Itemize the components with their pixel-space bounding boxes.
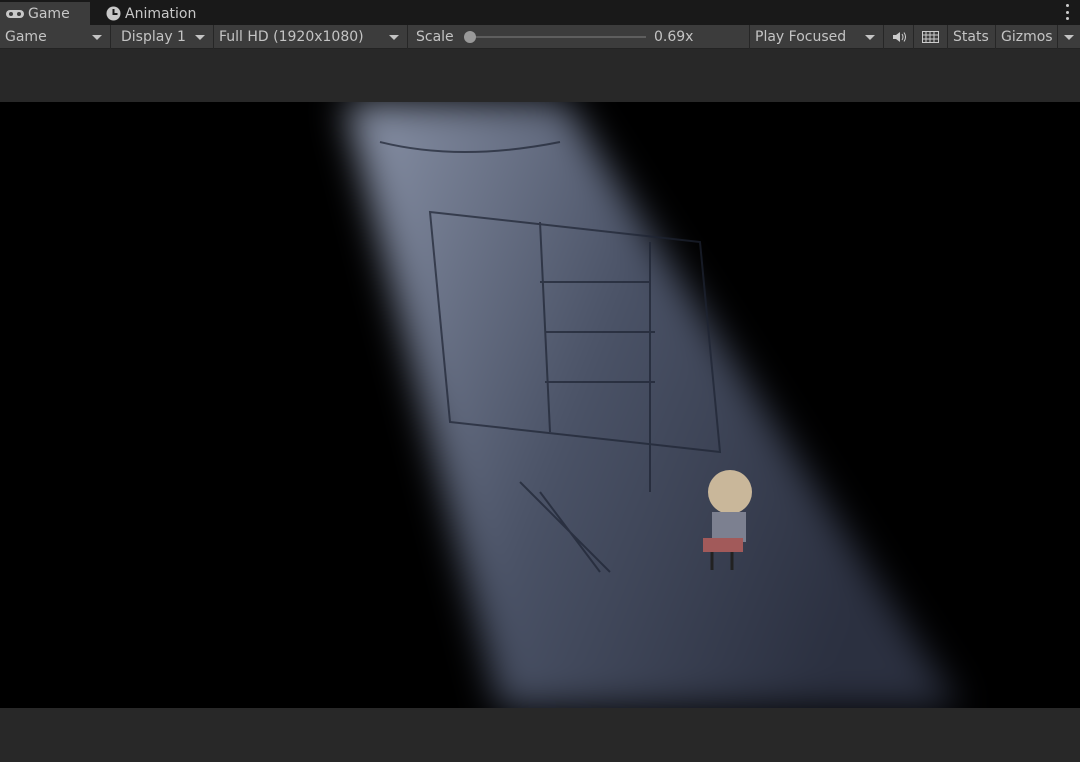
- tab-animation[interactable]: Animation: [98, 2, 204, 25]
- scale-slider[interactable]: [470, 36, 646, 38]
- gamepad-icon: [6, 9, 24, 18]
- gizmos-dropdown[interactable]: [1058, 25, 1080, 49]
- game-view-letterbox-bottom: [0, 708, 1080, 762]
- tab-animation-label: Animation: [125, 5, 197, 22]
- scale-slider-thumb[interactable]: [464, 31, 476, 43]
- keyboard-button[interactable]: [914, 25, 948, 49]
- chevron-down-icon: [1064, 35, 1074, 40]
- game-toolbar: Game Display 1 Full HD (1920x1080) Scale…: [0, 25, 1080, 49]
- resolution-dropdown[interactable]: Full HD (1920x1080): [214, 25, 408, 49]
- speaker-icon: [892, 32, 906, 42]
- chevron-down-icon: [195, 35, 205, 40]
- character: [703, 470, 752, 570]
- view-mode-label: Game: [5, 29, 47, 45]
- gizmos-button[interactable]: Gizmos: [996, 25, 1058, 49]
- tab-bar: Game Animation: [0, 0, 1080, 25]
- chevron-down-icon: [92, 35, 102, 40]
- clock-icon: [106, 6, 121, 21]
- scale-label: Scale: [416, 29, 454, 45]
- gizmos-label: Gizmos: [1001, 29, 1053, 45]
- play-mode-dropdown[interactable]: Play Focused: [750, 25, 884, 49]
- display-dropdown[interactable]: Display 1: [111, 25, 214, 49]
- more-options-icon[interactable]: [1066, 4, 1070, 20]
- tab-game-label: Game: [28, 5, 70, 22]
- chevron-down-icon: [865, 35, 875, 40]
- game-viewport[interactable]: [0, 102, 1080, 708]
- chevron-down-icon: [389, 35, 399, 40]
- resolution-label: Full HD (1920x1080): [219, 29, 364, 45]
- scale-value: 0.69x: [654, 29, 694, 45]
- sketch-scene: [379, 141, 752, 573]
- display-label: Display 1: [121, 29, 186, 45]
- tab-game[interactable]: Game: [0, 2, 90, 25]
- view-mode-dropdown[interactable]: Game: [0, 25, 111, 49]
- mute-audio-button[interactable]: [884, 25, 914, 49]
- play-mode-label: Play Focused: [755, 29, 847, 45]
- keyboard-icon: [922, 31, 939, 43]
- game-view-letterbox-top: [0, 50, 1080, 102]
- stats-button[interactable]: Stats: [948, 25, 996, 49]
- stats-label: Stats: [953, 29, 989, 45]
